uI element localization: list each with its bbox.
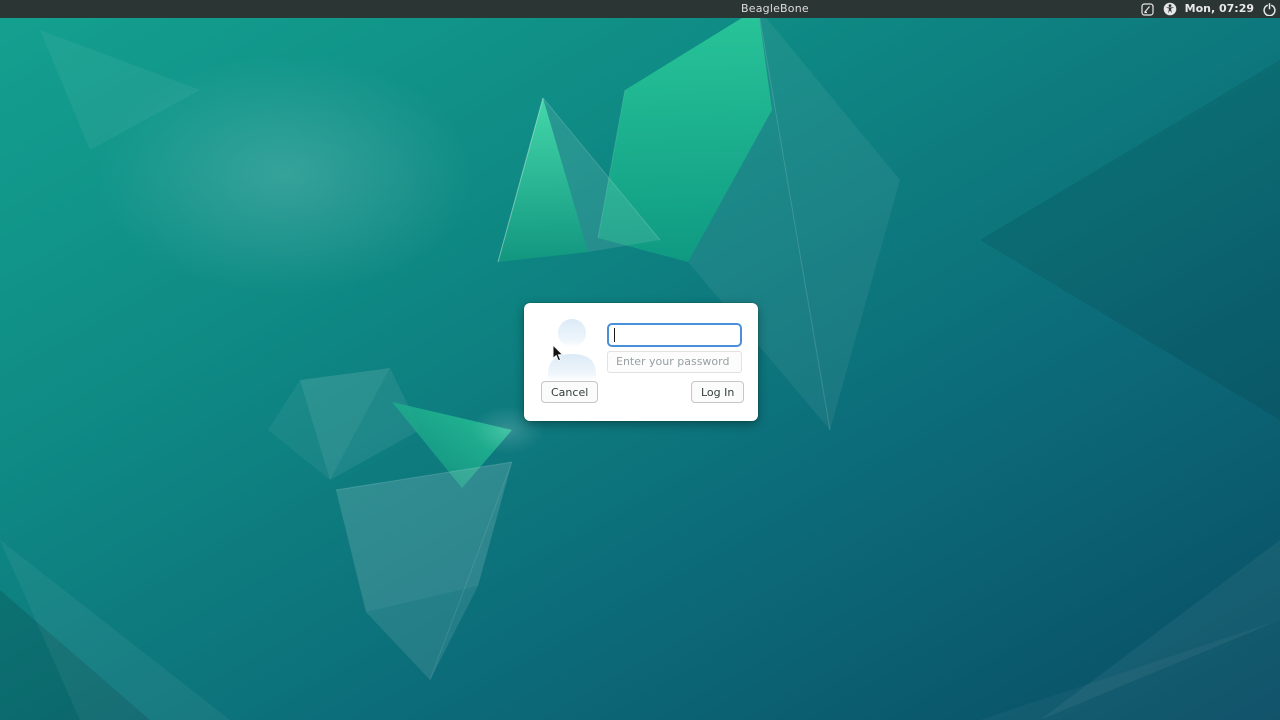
panel-indicators: Mon, 07:29 [1141, 0, 1276, 18]
login-dialog: Enter your password Cancel Log In [524, 303, 758, 421]
password-prompt-field: Enter your password [607, 351, 742, 373]
mouse-cursor-icon [552, 344, 564, 362]
accessibility-icon[interactable] [1163, 2, 1177, 16]
session-indicator-icon[interactable] [1141, 2, 1155, 16]
panel-clock: Mon, 07:29 [1185, 0, 1254, 18]
panel-hostname: BeagleBone [741, 0, 809, 18]
login-button[interactable]: Log In [691, 381, 744, 403]
text-caret [614, 328, 615, 342]
top-panel: BeagleBone Mon, 07:29 [0, 0, 1280, 18]
password-field-wrap [607, 323, 742, 347]
password-input[interactable] [607, 323, 742, 347]
cancel-button[interactable]: Cancel [541, 381, 598, 403]
power-icon[interactable] [1262, 2, 1276, 16]
